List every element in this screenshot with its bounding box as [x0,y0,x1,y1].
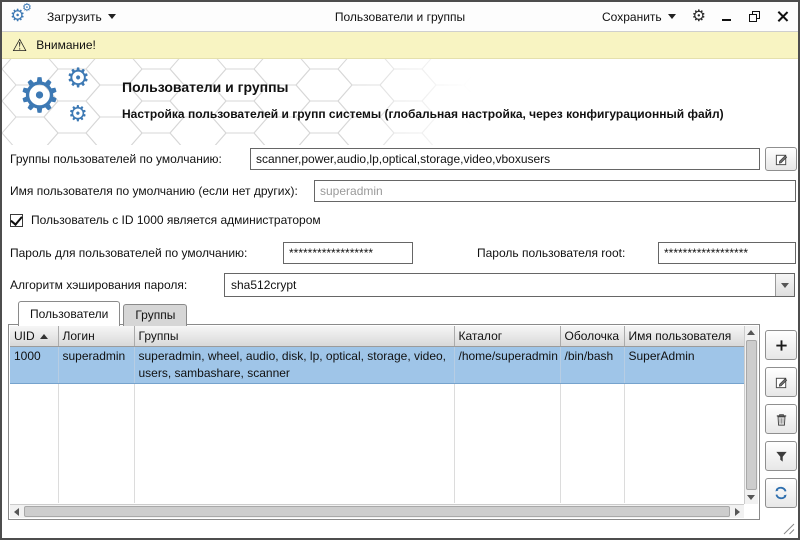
column-header-name[interactable]: Имя пользователя [624,326,746,347]
root-password-label: Пароль пользователя root: [477,246,626,260]
hash-algorithm-combobox[interactable]: sha512crypt [224,273,795,297]
delete-user-button[interactable] [765,404,797,434]
add-user-button[interactable] [765,330,797,360]
table-row-empty [10,383,746,407]
titlebar-left: ⚙ ⚙ Загрузить [10,1,120,29]
default-groups-edit-button[interactable] [765,147,797,171]
pencil-icon [775,377,787,388]
warning-text: Внимание! [36,38,96,52]
page-header: ⚙ ⚙ ⚙ Пользователи и группы Настройка по… [2,59,798,145]
cell-login: superadmin [58,345,135,384]
warning-icon: ⚠ [12,35,28,55]
scroll-up-icon[interactable] [747,330,755,335]
app-gears-icon: ⚙ ⚙ [10,1,32,25]
admin-checkbox-row[interactable]: Пользователь с ID 1000 является админист… [10,212,321,227]
page-title: Пользователи и группы [122,79,289,95]
settings-gear-icon[interactable]: ⚙ [692,8,706,25]
vertical-scrollbar[interactable] [744,326,758,504]
default-password-label: Пароль для пользователей по умолчанию: [10,246,248,260]
titlebar: ⚙ ⚙ Загрузить Пользователи и группы Сохра… [2,2,798,32]
tab-users[interactable]: Пользователи [18,301,121,326]
hash-algorithm-label: Алгоритм хэширования пароля: [10,278,188,292]
cell-uid: 1000 [10,345,59,384]
hash-algorithm-value: sha512crypt [231,278,297,292]
window-title: Пользователи и группы [334,9,466,24]
tab-groups[interactable]: Группы [123,304,188,326]
tab-bar: Пользователи Группы [18,301,190,326]
users-table-panel: UID Логин Группы Каталог Оболочка Имя по… [8,324,760,520]
column-header-groups[interactable]: Группы [134,326,455,347]
restore-icon [748,11,760,22]
users-table-wrap: UID Логин Группы Каталог Оболочка Имя по… [10,326,746,504]
combo-dropdown-button[interactable] [775,274,794,296]
refresh-icon [775,486,787,500]
default-groups-label: Группы пользователей по умолчанию: [10,152,222,166]
minimize-button[interactable] [718,9,734,25]
warning-banner: ⚠ Внимание! [2,32,798,59]
default-groups-input[interactable] [250,148,760,170]
horizontal-scroll-thumb[interactable] [24,506,730,517]
chevron-down-icon [781,282,789,288]
trash-icon [776,413,786,426]
edit-user-button[interactable] [765,367,797,397]
load-menu-button[interactable]: Загрузить [43,8,120,26]
save-menu-label: Сохранить [602,9,662,24]
horizontal-scrollbar[interactable] [10,504,744,518]
column-header-uid[interactable]: UID [10,326,59,347]
titlebar-right: Сохранить ⚙ [598,8,790,26]
refresh-button[interactable] [765,478,797,508]
hexagon-fade [342,59,472,145]
filter-button[interactable] [765,441,797,471]
load-menu-label: Загрузить [47,9,102,24]
scroll-left-icon[interactable] [14,508,19,516]
app-window: ⚙ ⚙ Загрузить Пользователи и группы Сохра… [0,0,800,540]
default-password-input[interactable] [283,242,413,264]
table-header-row: UID Логин Группы Каталог Оболочка Имя по… [10,326,746,347]
pencil-icon [775,154,787,165]
minimize-icon [721,19,731,21]
cell-home: /home/superadmin [454,345,561,384]
close-button[interactable] [774,9,790,25]
resize-grip[interactable] [783,523,795,535]
scroll-down-icon[interactable] [747,495,755,500]
table-row-empty [10,431,746,455]
vertical-scroll-thumb[interactable] [746,340,757,490]
restore-button[interactable] [746,9,762,25]
table-row-empty [10,479,746,503]
users-table: UID Логин Группы Каталог Оболочка Имя по… [10,326,746,503]
table-row-empty [10,407,746,431]
column-header-home[interactable]: Каталог [454,326,561,347]
default-user-input[interactable] [314,180,796,202]
chevron-down-icon [107,14,116,19]
app-logo-gears: ⚙ ⚙ ⚙ [18,63,91,126]
cell-shell: /bin/bash [560,345,625,384]
scroll-right-icon[interactable] [735,508,740,516]
close-icon [776,10,789,23]
admin-checkbox[interactable] [10,212,23,227]
sort-asc-icon [39,333,48,339]
chevron-down-icon [667,14,676,19]
check-icon [10,212,23,226]
page-subtitle: Настройка пользователей и групп системы … [122,107,724,121]
cell-name: SuperAdmin [624,345,746,384]
plus-icon [775,339,787,351]
table-row-empty [10,455,746,479]
admin-checkbox-label: Пользователь с ID 1000 является админист… [31,213,321,227]
column-header-shell[interactable]: Оболочка [560,326,625,347]
default-user-label: Имя пользователя по умолчанию (если нет … [10,184,298,198]
save-menu-button[interactable]: Сохранить [598,8,680,26]
table-row-selected[interactable]: 1000 superadmin superadmin, wheel, audio… [10,345,746,384]
root-password-input[interactable] [658,242,796,264]
cell-groups: superadmin, wheel, audio, disk, lp, opti… [134,345,455,384]
column-header-login[interactable]: Логин [58,326,135,347]
funnel-icon [775,451,787,462]
